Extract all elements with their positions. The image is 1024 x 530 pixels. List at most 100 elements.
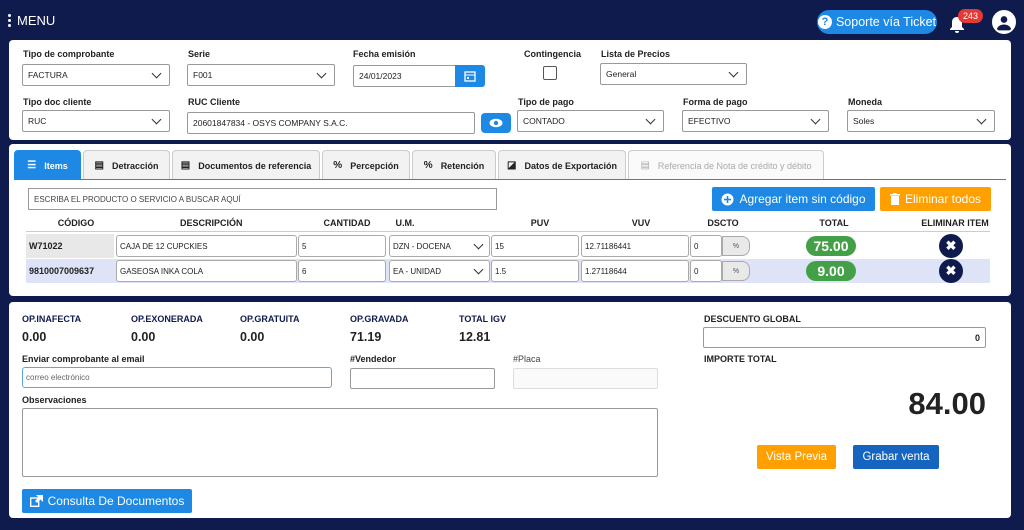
header-divider [26,231,990,232]
tipo-pago-value: CONTADO [523,116,565,126]
view-client-button[interactable] [481,113,511,133]
lista-precios-label: Lista de Precios [601,49,671,59]
question-icon: ? [817,15,832,29]
moneda-select[interactable]: Soles [847,110,995,132]
dscto-input[interactable]: 0 [690,260,722,282]
op-gravada-value: 71.19 [350,330,382,344]
tab-documentos-referencia[interactable]: ▤ Documentos de referencia [172,150,320,180]
fecha-value: 24/01/2023 [359,71,402,81]
delete-row-button[interactable]: ✖ [939,259,963,283]
lista-precios-value: General [606,69,637,79]
lista-precios-select[interactable]: General [600,63,747,85]
ruc-label: RUC Cliente [188,97,241,107]
support-label: Soporte vía Ticket [835,15,937,29]
op-exonerada-value: 0.00 [131,330,156,344]
tab-percepcion[interactable]: % Percepción [322,150,410,180]
chevron-down-icon [728,67,739,77]
chevron-down-icon [645,114,656,124]
tab-label: Retención [440,160,485,171]
total-igv-label: TOTAL IGV [459,314,507,324]
op-inafecta-value: 0.00 [22,330,47,344]
moneda-value: Soles [853,116,875,126]
descripcion-input[interactable]: CAJA DE 12 CUPCKIES [116,235,297,257]
menu-button[interactable]: MENU [8,13,55,28]
tipo-pago-select[interactable]: CONTADO [517,110,664,132]
serie-label: Serie [188,49,211,59]
table-row: W71022 CAJA DE 12 CUPCKIES 5 DZN - DOCEN… [26,234,990,258]
tipo-doc-select[interactable]: RUC [22,110,170,132]
percent-addon: % [722,261,750,281]
tab-detraccion[interactable]: ▤ Detracción [83,150,170,180]
consulta-documentos-button[interactable]: Consulta De Documentos [22,489,192,513]
col-eliminar: ELIMINAR ITEM [921,218,989,228]
col-codigo: CÓDIGO [57,218,95,228]
vuv-input[interactable]: 12.71186441 [581,235,689,257]
tab-label: Referencia de Nota de crédito y débito [657,160,812,171]
add-item-button[interactable]: Agregar item sin código [712,187,875,211]
tab-referencia-nota: ▤ Referencia de Nota de crédito y débito [628,150,824,180]
total-pill: 75.00 [806,236,856,256]
tab-items[interactable]: ☰ Items [14,150,81,180]
search-placeholder: ESCRIBA EL PRODUCTO O SERVICIO A BUSCAR … [34,194,241,204]
contingencia-label: Contingencia [524,49,582,59]
dscto-input[interactable]: 0 [690,235,722,257]
um-select[interactable]: DZN - DOCENA [389,235,490,257]
observaciones-label: Observaciones [22,395,87,405]
tipo-comprobante-value: FACTURA [28,70,68,80]
eye-icon [489,118,503,128]
vendedor-input[interactable] [350,368,495,389]
table-row: 9810007009637 GASEOSA INKA COLA 6 EA - U… [26,259,990,283]
moneda-label: Moneda [848,97,883,107]
email-input[interactable]: correo electrónico [22,367,332,388]
col-um: U.M. [395,218,415,228]
forma-pago-select[interactable]: EFECTIVO [682,110,829,132]
total-igv-value: 12.81 [459,330,491,344]
puv-input[interactable]: 15 [491,235,579,257]
tab-label: Datos de Exportación [524,160,617,171]
ruc-input[interactable]: 20601847834 - OSYS COMPANY S.A.C. [187,112,475,134]
placa-label: #Placa [513,354,541,364]
descripcion-input[interactable]: GASEOSA INKA COLA [116,260,297,282]
calendar-button[interactable] [455,65,485,87]
col-vuv: VUV [631,218,651,228]
tipo-comprobante-select[interactable]: FACTURA [22,64,170,86]
serie-select[interactable]: F001 [187,64,335,86]
col-cantidad: CANTIDAD [323,218,371,228]
support-ticket-button[interactable]: ? Soporte vía Ticket [817,10,937,34]
cantidad-input[interactable]: 6 [298,260,386,282]
vista-previa-button[interactable]: Vista Previa [757,445,836,469]
grabar-venta-button[interactable]: Grabar venta [853,445,939,469]
um-select[interactable]: EA - UNIDAD [389,260,490,282]
op-gratuita-value: 0.00 [240,330,265,344]
puv-input[interactable]: 1.5 [491,260,579,282]
serie-value: F001 [193,70,213,80]
user-avatar-icon[interactable] [992,10,1016,34]
forma-pago-label: Forma de pago [683,97,748,107]
close-icon: ✖ [945,238,957,253]
fecha-input[interactable]: 24/01/2023 [353,65,456,87]
op-inafecta-label: OP.INAFECTA [22,314,82,324]
chevron-down-icon [810,114,821,124]
um-value: EA - UNIDAD [393,266,442,276]
codigo-cell: W71022 [26,234,114,258]
observaciones-textarea[interactable] [22,408,658,477]
placa-input [513,368,658,389]
contingencia-checkbox[interactable] [543,66,557,80]
descuento-global-input[interactable]: 0 [703,327,986,348]
vuv-input[interactable]: 1.27118644 [581,260,689,282]
delete-all-button[interactable]: Eliminar todos [880,187,991,211]
chevron-down-icon [473,264,484,274]
tab-retencion[interactable]: % Retención [412,150,496,180]
percent-icon: % [333,160,343,171]
fecha-label: Fecha emisión [353,49,416,59]
menu-label: MENU [17,13,56,28]
cantidad-input[interactable]: 5 [298,235,386,257]
col-dscto: DSCTO [707,218,739,228]
delete-row-button[interactable]: ✖ [939,234,963,258]
tab-datos-exportacion[interactable]: ◪ Datos de Exportación [498,150,626,180]
plus-circle-icon [721,193,734,205]
product-search-input[interactable]: ESCRIBA EL PRODUCTO O SERVICIO A BUSCAR … [28,188,497,210]
export-icon: ◪ [507,160,517,171]
vendedor-label: #Vendedor [350,354,397,364]
consulta-label: Consulta De Documentos [47,494,185,508]
